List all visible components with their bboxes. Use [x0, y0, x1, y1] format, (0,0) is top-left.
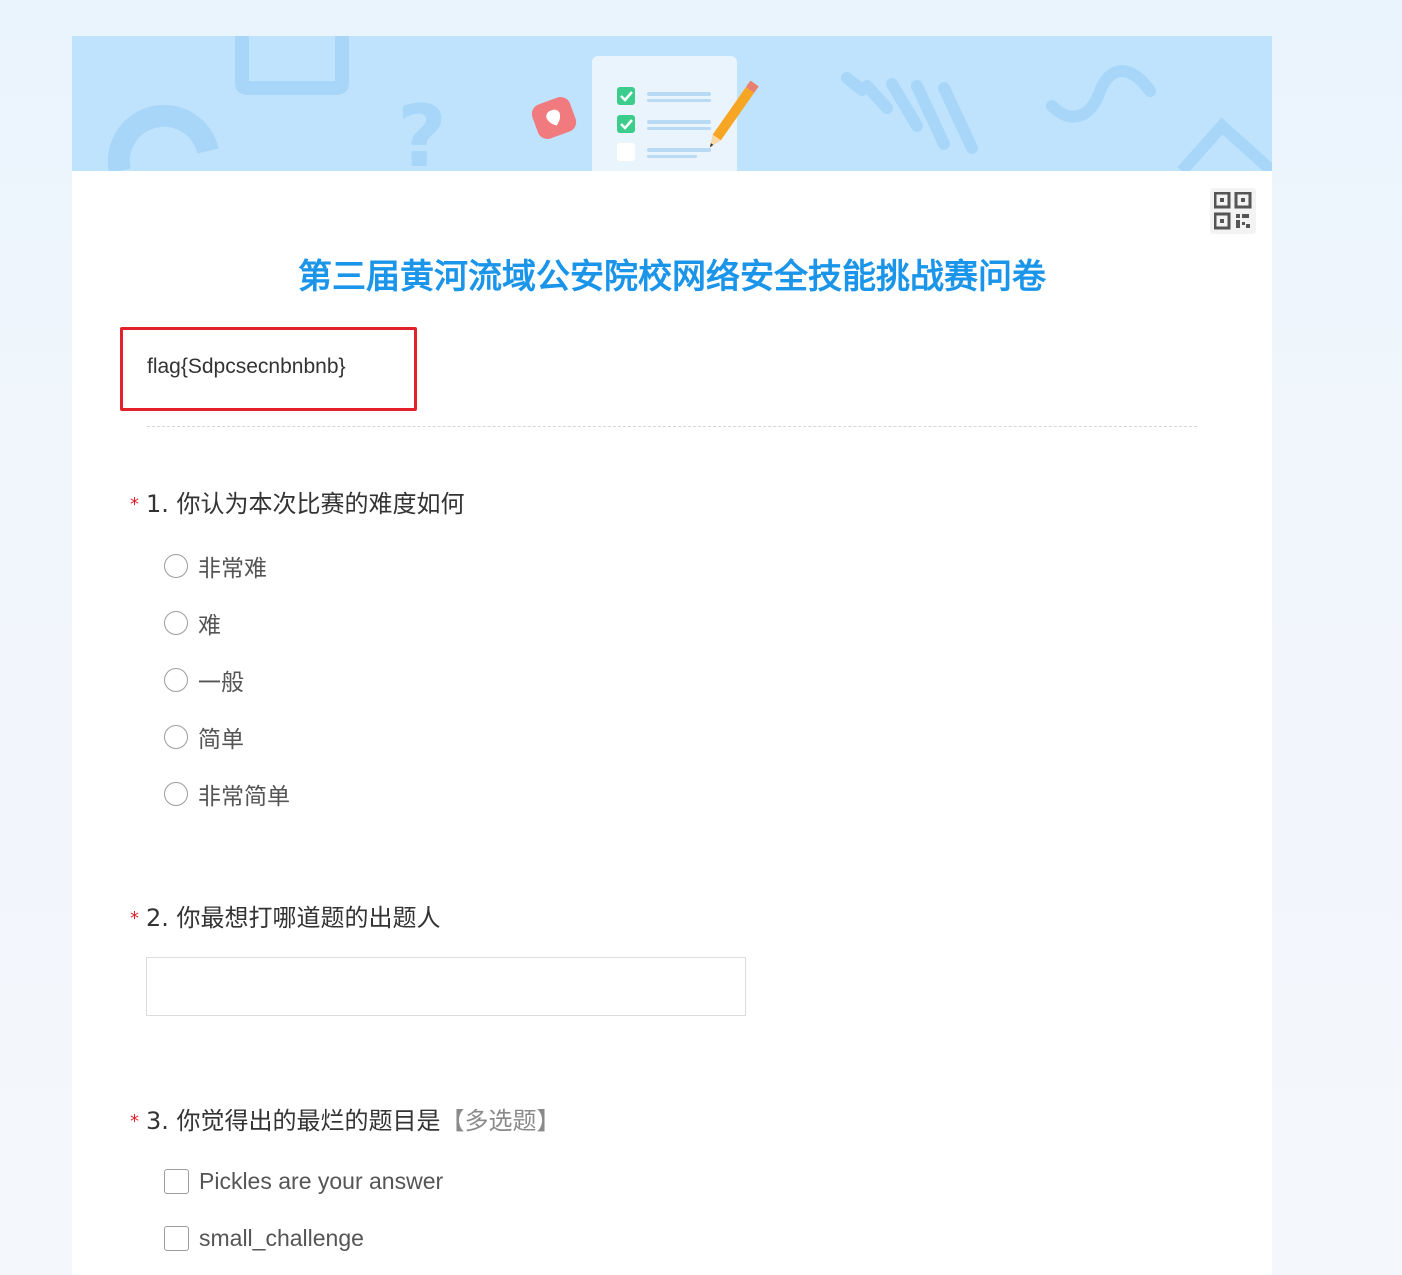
question-text: 你觉得出的最烂的题目是 [176, 1107, 441, 1135]
radio-option[interactable]: 非常难 [164, 549, 267, 583]
required-mark: * [130, 908, 139, 929]
option-label[interactable]: small_challenge [199, 1225, 364, 1252]
question-number: 2. [146, 904, 169, 932]
radio-button[interactable] [164, 668, 188, 692]
question-number: 1. [146, 490, 169, 518]
multi-select-hint: 【多选题】 [440, 1107, 561, 1135]
radio-button[interactable] [164, 782, 188, 806]
survey-card: ? 第三届黄河流域公安院校网络安全技能挑战赛问卷 flag{Sdpcsecnbn… [72, 36, 1272, 1275]
header-banner: ? [72, 36, 1272, 171]
checkbox-option[interactable]: small_challenge [164, 1224, 364, 1252]
option-label[interactable]: 一般 [198, 663, 244, 697]
question-2-title: * 2. 你最想打哪道题的出题人 [130, 898, 441, 933]
radio-option[interactable]: 一般 [164, 663, 244, 697]
question-text: 你认为本次比赛的难度如何 [176, 490, 465, 518]
survey-checklist-illustration: ? [107, 36, 1272, 171]
required-mark: * [130, 494, 139, 515]
survey-title: 第三届黄河流域公安院校网络安全技能挑战赛问卷 [298, 257, 1046, 297]
question-1-title: * 1. 你认为本次比赛的难度如何 [130, 484, 465, 519]
survey-description: flag{Sdpcsecnbnbnb} [147, 355, 346, 378]
question-number: 3. [146, 1107, 169, 1135]
option-label[interactable]: Pickles are your answer [199, 1168, 443, 1195]
radio-button[interactable] [164, 725, 188, 749]
divider [147, 426, 1197, 427]
question-text: 你最想打哪道题的出题人 [176, 904, 441, 932]
option-label[interactable]: 简单 [198, 720, 244, 754]
option-label[interactable]: 难 [198, 606, 221, 640]
radio-option[interactable]: 非常简单 [164, 777, 290, 811]
option-label[interactable]: 非常简单 [198, 777, 290, 811]
required-mark: * [130, 1111, 139, 1132]
svg-text:?: ? [397, 87, 447, 171]
question-3-title: * 3. 你觉得出的最烂的题目是【多选题】 [130, 1101, 561, 1136]
radio-button[interactable] [164, 611, 188, 635]
qr-code-icon[interactable] [1210, 188, 1256, 234]
radio-option[interactable]: 简单 [164, 720, 244, 754]
checkbox[interactable] [164, 1168, 189, 1194]
checkbox[interactable] [164, 1225, 189, 1251]
answer-text-field[interactable] [146, 957, 746, 1016]
radio-option[interactable]: 难 [164, 606, 221, 640]
checkbox-option[interactable]: Pickles are your answer [164, 1167, 443, 1195]
option-label[interactable]: 非常难 [198, 549, 267, 583]
radio-button[interactable] [164, 554, 188, 578]
